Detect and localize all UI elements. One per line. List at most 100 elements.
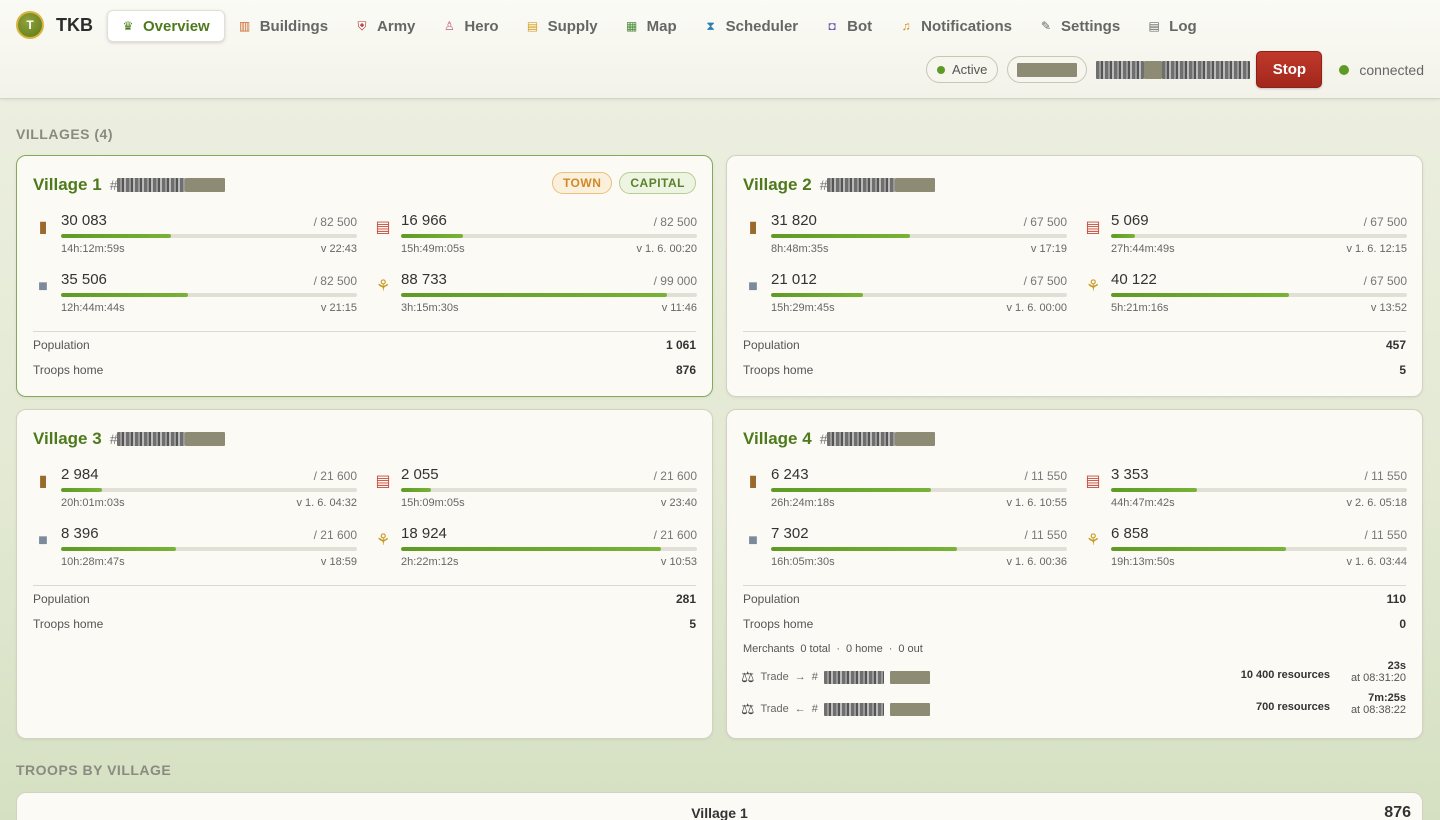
resource-progress-bar [401, 234, 697, 238]
population-label: Population [33, 591, 90, 606]
resource-full-at: v 17:19 [1030, 243, 1067, 255]
trade-timer: 23s at 08:31:20 [1351, 660, 1406, 684]
nav-label: Log [1169, 17, 1197, 35]
resource-capacity: / 11 550 [1364, 469, 1407, 483]
wallet-icon: ▤ [526, 19, 539, 33]
nav-supply[interactable]: ▤ Supply [513, 10, 612, 42]
wood-log-icon: ▮ [38, 219, 48, 236]
nav-bot[interactable]: ◘ Bot [812, 10, 886, 42]
resource-fill-time: 15h:09m:05s [401, 497, 465, 509]
resource-capacity: / 67 500 [1023, 215, 1067, 229]
brand-logo-icon: T [16, 11, 44, 39]
redacted-village-id [117, 178, 186, 192]
trade-target-prefix: # [811, 671, 818, 683]
resource-capacity: / 11 550 [1364, 528, 1407, 542]
trade-info: ⚖ Trade ← # [741, 700, 930, 718]
hourglass-icon: ⧗ [706, 18, 715, 33]
resource-clay: ▤ 3 353 / 11 550 44h:47m:42s v 2. 6. 05:18 [1083, 466, 1407, 525]
resource-amount: 30 083 [61, 212, 107, 229]
troops-home-label: Troops home [743, 616, 814, 631]
village-id-prefix: # [109, 431, 118, 447]
resource-amount: 6 858 [1111, 525, 1149, 542]
trade-label: Trade [760, 703, 789, 715]
village-card-header: Village 3 # [33, 410, 696, 466]
resource-progress-fill [1111, 234, 1135, 238]
nav-label: Army [377, 17, 416, 35]
bell-icon: ♫ [901, 19, 911, 33]
troops-home-value: 876 [675, 362, 696, 377]
resource-crop: ⚘ 6 858 / 11 550 19h:13m:50s v 1. 6. 03:44 [1083, 525, 1407, 584]
nav-notifications[interactable]: ♫ Notifications [886, 10, 1026, 42]
trade-row[interactable]: ⚖ Trade → #10 400 resources 23s at 08:31:20 [741, 660, 1406, 692]
resource-fill-time: 5h:21m:16s [1111, 302, 1169, 314]
population-label: Population [33, 337, 90, 352]
resource-progress-fill [61, 547, 177, 551]
troops-home-label: Troops home [743, 362, 814, 377]
clay-brick-icon: ▤ [1085, 473, 1101, 490]
village-card[interactable]: Village 3 # ▮ 2 984 / 21 600 20h:01m:03s v 1. … [16, 409, 713, 739]
redacted-server [1096, 60, 1251, 79]
crown-icon: ♛ [122, 19, 134, 33]
village-card[interactable]: Village 4 # ▮ 6 243 / 11 550 26h:24m:18s v 1. … [726, 409, 1423, 739]
nav-army[interactable]: ⛨ Army [342, 10, 429, 42]
village-card[interactable]: Village 2 # ▮ 31 820 / 67 500 8h:48m:35s v 17:… [726, 155, 1423, 397]
person-icon: ♙ [444, 19, 455, 33]
village-name[interactable]: Village 3 [33, 429, 102, 449]
resource-fill-time: 3h:15m:30s [401, 302, 459, 314]
resource-iron: ■ 35 506 / 82 500 12h:44m:44s v 21:15 [33, 271, 357, 330]
resource-capacity: / 99 000 [653, 274, 697, 288]
nav-buildings[interactable]: ▥ Buildings [225, 10, 342, 42]
resource-capacity: / 21 600 [313, 528, 357, 542]
stop-button[interactable]: Stop [1256, 51, 1323, 88]
village-name[interactable]: Village 2 [743, 175, 812, 195]
nav-log[interactable]: ▤ Log [1134, 10, 1211, 42]
resource-iron: ■ 8 396 / 21 600 10h:28m:47s v 18:59 [33, 525, 357, 584]
trade-row[interactable]: ⚖ Trade ← #700 resources 7m:25s at 08:38:22 [741, 692, 1406, 724]
resource-amount: 2 055 [401, 466, 439, 483]
redacted-village-id [827, 432, 896, 446]
village-name[interactable]: Village 1 [33, 175, 102, 195]
population-row: Population 1 061 [33, 332, 696, 357]
nav-label: Scheduler [725, 17, 799, 35]
nav-hero[interactable]: ♙ Hero [429, 10, 512, 42]
resource-progress-fill [401, 488, 431, 492]
population-row: Population 457 [743, 332, 1406, 357]
resource-wood: ▮ 2 984 / 21 600 20h:01m:03s v 1. 6. 04:32 [33, 466, 357, 525]
redacted-village-id-tail [185, 432, 226, 446]
nav-map[interactable]: ▦ Map [612, 10, 691, 42]
account-pill[interactable] [1007, 56, 1088, 83]
troops-village-row[interactable]: Village 1 876 [16, 792, 1423, 820]
resource-fill-time: 44h:47m:42s [1111, 497, 1175, 509]
resource-iron: ■ 21 012 / 67 500 15h:29m:45s v 1. 6. 00:00 [743, 271, 1067, 330]
brand[interactable]: T TKB [16, 11, 93, 39]
village-id-prefix: # [109, 177, 118, 193]
nav-overview[interactable]: ♛ Overview [107, 10, 225, 42]
village-name[interactable]: Village 4 [743, 429, 812, 449]
resource-iron: ■ 7 302 / 11 550 16h:05m:30s v 1. 6. 00:36 [743, 525, 1067, 584]
resource-progress-bar [771, 234, 1067, 238]
population-row: Population 281 [33, 586, 696, 611]
resource-fill-time: 20h:01m:03s [61, 497, 125, 509]
redacted-village-id-tail [185, 178, 226, 192]
troops-home-row: Troops home 876 [33, 357, 696, 382]
resource-amount: 88 733 [401, 271, 447, 288]
nav-scheduler[interactable]: ⧗ Scheduler [691, 10, 813, 42]
main-nav: ♛ Overview ▥ Buildings ⛨ Army ♙ Hero ▤ Supply ▦ Map… [107, 10, 1211, 42]
village-card[interactable]: Village 1 # TOWN CAPITAL ▮ 30 083 / 82 500 14h:… [16, 155, 713, 397]
resource-amount: 7 302 [771, 525, 809, 542]
active-status-pill[interactable]: Active [925, 56, 999, 83]
troops-home-row: Troops home 5 [743, 357, 1406, 382]
village-badges: TOWN CAPITAL [551, 172, 696, 194]
resource-full-at: v 1. 6. 03:44 [1346, 556, 1407, 568]
trade-remaining: 7m:25s [1368, 692, 1406, 704]
iron-ingot-icon: ■ [38, 532, 48, 549]
resource-wood: ▮ 31 820 / 67 500 8h:48m:35s v 17:19 [743, 212, 1067, 271]
resource-progress-bar [1111, 293, 1407, 297]
redacted-village-id [117, 432, 186, 446]
nav-label: Buildings [259, 17, 329, 35]
population-value: 110 [1386, 591, 1406, 606]
resource-full-at: v 1. 6. 00:36 [1006, 556, 1067, 568]
resource-progress-fill [401, 547, 662, 551]
nav-settings[interactable]: ✎ Settings [1026, 10, 1134, 42]
village-id: # [820, 177, 936, 193]
